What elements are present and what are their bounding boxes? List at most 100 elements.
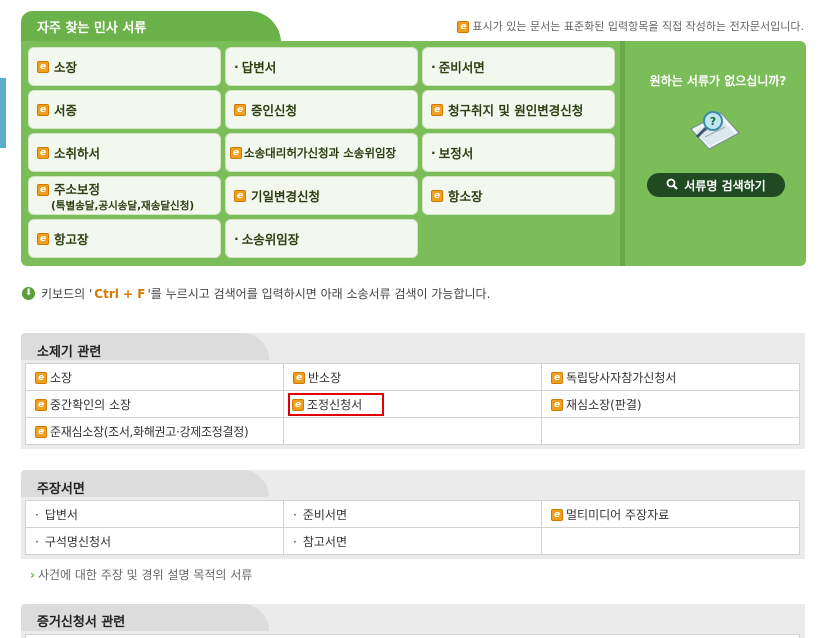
section-title-evidence: 증거신청서 관련 <box>37 615 126 630</box>
doc-link-brief[interactable]: · 준비서면 <box>283 500 542 528</box>
doc-link-answer[interactable]: · 답변서 <box>25 500 284 528</box>
fav-item-label: 소장 <box>54 60 78 75</box>
section-pleadings-table: · 답변서 · 준비서면 e 멀티미디어 주장자료 · 구석명신청서 · 참고서면 <box>25 500 800 555</box>
doc-link-label: 준비서면 <box>302 507 347 522</box>
doc-link-label: 조정신청서 <box>307 397 363 412</box>
doc-link-label: 재심소장(판결) <box>566 397 642 412</box>
e-doc-icon: e <box>234 103 246 116</box>
doc-link-label: 멀티미디어 주장자료 <box>566 507 670 522</box>
down-arrow-icon: ⬇ <box>22 287 35 300</box>
doc-link-label: 중간확인의 소장 <box>50 397 132 412</box>
fav-item-label: 소송위임장 <box>241 232 300 247</box>
doc-link-mediation-application[interactable]: e 조정신청서 <box>283 390 542 418</box>
e-doc-icon: e <box>551 509 563 521</box>
table-row: · 구석명신청서 · 참고서면 <box>25 527 800 555</box>
doc-link-label: 반소장 <box>308 370 342 385</box>
fav-item-label: 준비서면 <box>438 60 485 75</box>
hint-suffix: '를 누르시고 검색어를 입력하시면 아래 소송서류 검색이 가능합니다. <box>147 287 491 301</box>
e-doc-note: e 표시가 있는 문서는 표준화된 입력항목을 직접 작성하는 전자문서입니다. <box>457 18 804 34</box>
doc-link-label: 준재심소장(조서,화해권고·강제조정결정) <box>50 424 249 439</box>
bullet-icon: · <box>293 507 297 522</box>
fav-item-label: 항소장 <box>448 189 483 204</box>
bullet-icon: · <box>234 231 239 246</box>
fav-item-claim-change[interactable]: e 청구취지 및 원인변경신청 <box>422 90 615 129</box>
section-filing-table: e 소장 e 반소장 e 독립당사자참가신청서 e 중간확인의 소장 e 조정신청서 e재… <box>25 363 800 445</box>
e-doc-icon: e <box>457 21 470 33</box>
fav-item-power-of-attorney[interactable]: · 소송위임장 <box>225 219 418 258</box>
bullet-icon: · <box>35 507 39 522</box>
fav-item-label: 증인신청 <box>251 103 298 118</box>
doc-link-retrial-judgment[interactable]: e 재심소장(판결) <box>541 390 800 418</box>
doc-link-interim-confirmation[interactable]: e 중간확인의 소장 <box>25 390 284 418</box>
doc-link-label: 소장 <box>50 370 73 385</box>
e-doc-icon: e <box>37 146 49 159</box>
doc-link-label: 참고서면 <box>302 534 347 549</box>
bullet-icon: · <box>35 534 39 549</box>
fav-item-sublabel: (특별송달,공시송달,재송달신청) <box>51 199 195 212</box>
fav-item-correction[interactable]: · 보정서 <box>422 133 615 172</box>
document-search-icon: ? <box>690 111 740 150</box>
fav-item-agency-permission[interactable]: e 소송대리허가신청과 소송위임장 <box>225 133 418 172</box>
e-doc-note-text: 표시가 있는 문서는 표준화된 입력항목을 직접 작성하는 전자문서입니다. <box>472 20 804 33</box>
e-doc-icon: e <box>35 399 47 411</box>
fav-item-brief[interactable]: · 준비서면 <box>422 47 615 86</box>
fav-item-label: 주소보정 <box>54 181 101 197</box>
fav-item-withdrawal[interactable]: e 소취하서 <box>28 133 221 172</box>
empty-cell <box>541 417 800 445</box>
table-row: e 소장 e 반소장 e 독립당사자참가신청서 <box>25 363 800 391</box>
fav-item-witness-application[interactable]: e 증인신청 <box>225 90 418 129</box>
bullet-icon: · <box>431 59 436 74</box>
fav-item-complaint-appeal[interactable]: e 항고장 <box>28 219 221 258</box>
favorites-grid: e 소장 · 답변서 · 준비서면 e 서증 e 증인신청 e 청구취지 및 원인변경신청 … <box>28 47 618 261</box>
fav-item-address-correction[interactable]: e 주소보정 (특별송달,공시송달,재송달신청) <box>28 176 221 215</box>
doc-link-label: 독립당사자참가신청서 <box>566 370 677 385</box>
e-doc-icon: e <box>431 189 443 202</box>
bullet-icon: · <box>431 145 436 160</box>
e-doc-icon: e <box>37 103 49 116</box>
e-doc-icon: e <box>230 146 242 159</box>
fav-item-main-line: e 주소보정 <box>37 179 100 198</box>
doc-link-counterclaim[interactable]: e 반소장 <box>283 363 542 391</box>
fav-item-appeal[interactable]: e 항소장 <box>422 176 615 215</box>
search-document-button[interactable]: 서류명 검색하기 <box>647 173 785 197</box>
fav-item-complaint[interactable]: e 소장 <box>28 47 221 86</box>
left-edge-decoration <box>0 78 6 148</box>
fav-item-label: 답변서 <box>241 60 277 75</box>
fav-item-label: 항고장 <box>54 232 89 247</box>
section-title-filing: 소제기 관련 <box>37 345 102 360</box>
e-doc-icon: e <box>37 60 49 73</box>
keyboard-search-hint: ⬇ 키보드의 ' Ctrl + F '를 누르시고 검색어를 입력하시면 아래 소송… <box>22 285 490 302</box>
section-evidence-table-top <box>25 634 800 638</box>
doc-link-multimedia[interactable]: e 멀티미디어 주장자료 <box>541 500 800 528</box>
bullet-icon: · <box>293 534 297 549</box>
fav-item-documentary-evidence[interactable]: e 서증 <box>28 90 221 129</box>
no-document-question: 원하는 서류가 없으십니까? <box>649 74 787 88</box>
highlight-box: e 조정신청서 <box>288 392 385 416</box>
section-pleadings-body: · 답변서 · 준비서면 e 멀티미디어 주장자료 · 구석명신청서 · 참고서면 <box>21 497 805 559</box>
e-doc-icon: e <box>293 372 305 384</box>
empty-cell <box>283 417 542 445</box>
fav-item-label: 서증 <box>54 103 78 118</box>
table-row: e 준재심소장(조서,화해권고·강제조정결정) <box>25 417 800 445</box>
hint-shortcut: Ctrl + F <box>94 286 146 301</box>
bullet-icon: · <box>234 59 239 74</box>
doc-link-quasi-retrial[interactable]: e 준재심소장(조서,화해권고·강제조정결정) <box>25 417 284 445</box>
doc-link-reference-brief[interactable]: · 참고서면 <box>283 527 542 555</box>
fav-item-answer[interactable]: · 답변서 <box>225 47 418 86</box>
e-doc-icon: e <box>431 103 443 116</box>
favorites-title: 자주 찾는 민사 서류 <box>37 21 147 36</box>
doc-link-complaint[interactable]: e 소장 <box>25 363 284 391</box>
doc-link-independent-party[interactable]: e 독립당사자참가신청서 <box>541 363 800 391</box>
doc-link-clarification-request[interactable]: · 구석명신청서 <box>25 527 284 555</box>
e-doc-icon: e <box>551 372 563 384</box>
fav-item-date-change[interactable]: e 기일변경신청 <box>225 176 418 215</box>
e-doc-icon: e <box>551 399 563 411</box>
table-row: · 답변서 · 준비서면 e 멀티미디어 주장자료 <box>25 500 800 528</box>
e-doc-icon: e <box>234 189 246 202</box>
pleadings-caption-text: 사건에 대한 주장 및 경위 설명 목적의 서류 <box>37 568 253 582</box>
fav-item-label: 보정서 <box>438 146 474 161</box>
e-doc-icon: e <box>35 426 47 438</box>
chevron-right-icon: › <box>30 568 35 582</box>
doc-link-label: 답변서 <box>44 507 78 522</box>
fav-item-label: 소송대리허가신청과 소송위임장 <box>244 145 397 160</box>
